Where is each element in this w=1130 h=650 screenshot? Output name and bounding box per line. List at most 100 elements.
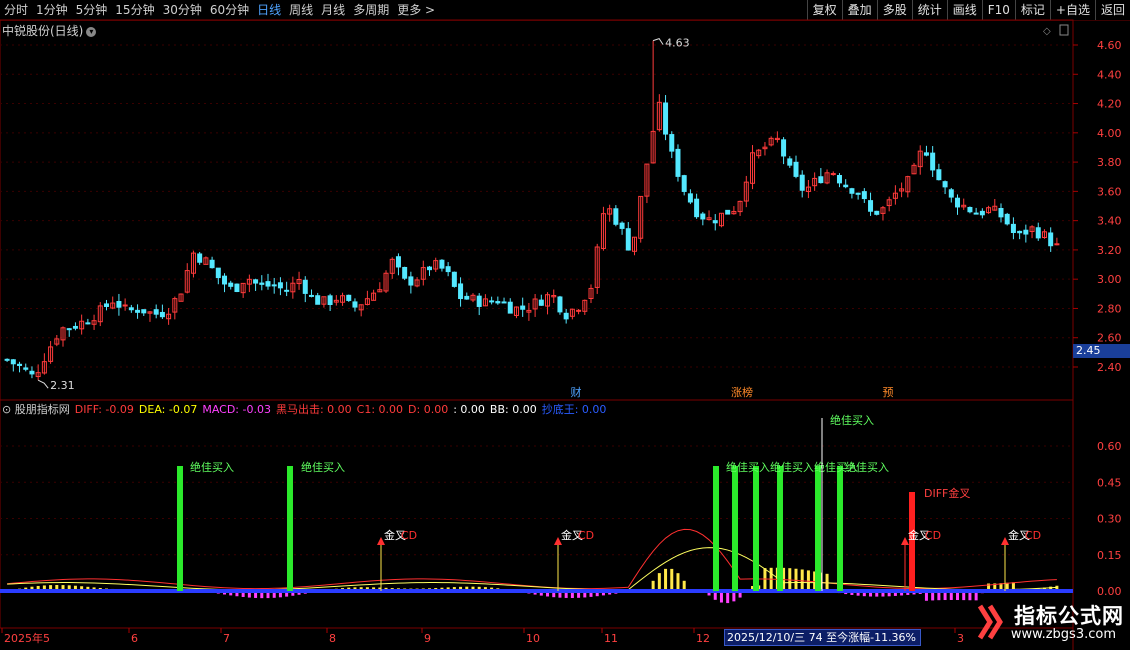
- time-axis-label: 8: [329, 632, 336, 645]
- candle-body: [799, 174, 805, 191]
- indicator-value-8: 抄底王: 0.00: [541, 403, 607, 416]
- indicator-tick-label: 0.30: [1097, 513, 1122, 526]
- candle-body: [973, 212, 979, 215]
- candle-body: [967, 206, 973, 213]
- candle-body: [1004, 213, 1010, 225]
- candle-body: [836, 175, 842, 184]
- indicator-name: ⊙ 股朋指标网: [2, 403, 70, 416]
- candle-body: [302, 279, 308, 294]
- candle-body: [451, 271, 457, 287]
- candle-body: [346, 294, 352, 301]
- candle-body: [85, 322, 91, 325]
- candle-body: [489, 300, 495, 303]
- buy-signal-bar: [753, 466, 759, 591]
- high-price-label: 4.63: [665, 37, 690, 50]
- low-price-label: 2.31: [50, 379, 74, 392]
- stock-chart-canvas[interactable]: 4.60 4.40 4.20 4.00 3.80 3.60 3.40 3.20 3.00 2.80…: [0, 0, 1130, 650]
- candle-body: [781, 139, 787, 157]
- candle-body: [936, 169, 942, 181]
- candle-body: [222, 275, 228, 285]
- candle-body: [687, 193, 693, 203]
- indicator-value-0: DIFF: -0.09: [74, 403, 134, 416]
- candle-body: [259, 282, 265, 285]
- price-tick-label: 2.40: [1097, 361, 1122, 374]
- time-axis-label: 10: [526, 632, 540, 645]
- candle-body: [495, 301, 501, 304]
- watermark-name: 指标公式网: [1014, 604, 1124, 628]
- candle-body: [476, 295, 482, 307]
- candle-body: [209, 259, 215, 269]
- candle-body: [625, 228, 631, 251]
- candle-body: [1035, 227, 1041, 239]
- indicator-tick-label: 0.45: [1097, 476, 1122, 489]
- low-marker: [37, 379, 49, 389]
- candle-body: [141, 309, 147, 314]
- indicator-value-5: D: 0.00: [408, 403, 449, 416]
- candle-body: [135, 309, 141, 313]
- candle-body: [979, 210, 985, 216]
- candle-body: [327, 295, 333, 305]
- candle-body: [1048, 232, 1054, 247]
- candle-body: [712, 220, 718, 224]
- candle-body: [159, 311, 165, 318]
- price-tick-label: 4.40: [1097, 68, 1122, 81]
- golden-cross-tail: CD: [1025, 529, 1041, 542]
- candle-body: [128, 307, 134, 311]
- time-axis-label: 3: [957, 632, 964, 645]
- indicator-value-7: BB: 0.00: [489, 403, 537, 416]
- candle-body: [4, 358, 10, 361]
- candle-body: [557, 296, 563, 313]
- candle-body: [1054, 243, 1060, 246]
- candle-body: [29, 370, 35, 375]
- candle-body: [663, 102, 669, 135]
- logo-mark-icon: [977, 604, 1003, 640]
- candle-body: [352, 301, 358, 308]
- candle-body: [72, 325, 78, 329]
- price-tick-label: 3.20: [1097, 244, 1122, 257]
- price-tick-label: 3.80: [1097, 156, 1122, 169]
- price-tick-label: 2.60: [1097, 332, 1122, 345]
- price-tick-label: 3.60: [1097, 185, 1122, 198]
- candle-body: [538, 299, 544, 306]
- buy-signal-label: 绝佳买入: [190, 460, 234, 474]
- price-panel-frame: [0, 19, 1074, 401]
- candle-body: [818, 176, 824, 184]
- candle-body: [445, 266, 451, 273]
- candle-body: [23, 367, 29, 370]
- candle-body: [1010, 223, 1016, 234]
- candle-body: [284, 289, 290, 292]
- price-tick-label: 3.00: [1097, 273, 1122, 286]
- candle-body: [868, 200, 874, 212]
- candle-body: [253, 279, 259, 284]
- event-marker-1: 涨榜: [731, 385, 753, 399]
- candle-body: [613, 208, 619, 225]
- macd-bar: [657, 573, 661, 591]
- price-tick-label: 2.80: [1097, 302, 1122, 315]
- candle-body: [520, 305, 526, 310]
- buy-signal-label: 绝佳买入: [301, 460, 345, 474]
- candle-body: [395, 256, 401, 268]
- candle-body: [458, 283, 464, 300]
- candle-body: [843, 184, 849, 188]
- indicator-value-3: 黑马出击: 0.00: [275, 403, 352, 416]
- buy-signal-bar: [732, 466, 738, 591]
- diamond-icon: ◇: [1043, 26, 1051, 37]
- candle-body: [930, 152, 936, 171]
- indicator-tick-label: 0.15: [1097, 549, 1122, 562]
- golden-cross-tail: CD: [925, 529, 941, 542]
- macd-bar: [800, 569, 804, 591]
- candle-body: [122, 304, 128, 307]
- buy-signal-bar: [177, 466, 183, 591]
- watermark-logo: 指标公式网 www.zbgs3.com: [968, 600, 1130, 650]
- candle-body: [861, 191, 867, 200]
- candle-body: [1017, 230, 1023, 234]
- time-axis-label: 9: [424, 632, 431, 645]
- price-tick-label: 3.40: [1097, 215, 1122, 228]
- candle-body: [315, 295, 321, 305]
- macd-bar: [670, 568, 674, 591]
- candle-body: [793, 161, 799, 177]
- diff-golden-label: DIFF金叉: [924, 486, 970, 500]
- candle-body: [464, 295, 470, 300]
- price-tick-label: 4.20: [1097, 98, 1122, 111]
- buy-signal-bar: [713, 466, 719, 591]
